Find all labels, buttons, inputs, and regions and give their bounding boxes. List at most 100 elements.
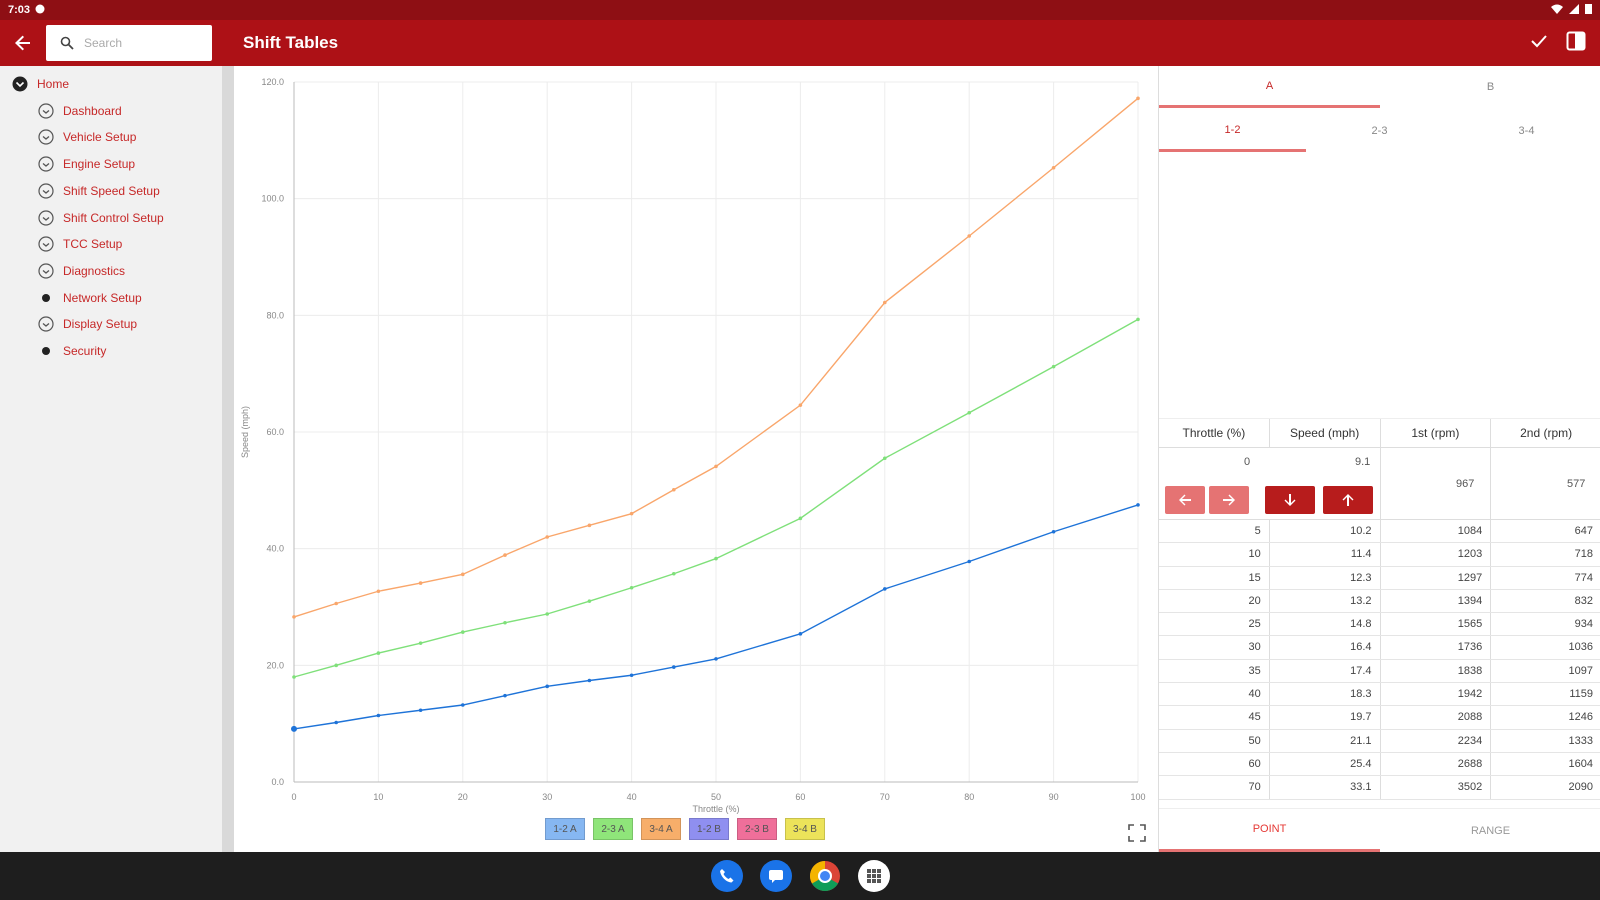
tab-1-2[interactable]: 1-2 <box>1159 110 1306 152</box>
table-cell: 1159 <box>1569 688 1593 701</box>
sidebar-item-label: Security <box>63 344 107 358</box>
shift-speed-chart: 0 10 20 30 40 50 60 70 80 90 100 0.0 20.0 40.0 60.0 80.… <box>240 77 1146 814</box>
legend-item[interactable]: 2-3 B <box>737 818 777 840</box>
previous-point-button[interactable] <box>1165 486 1205 514</box>
tab-2-3[interactable]: 2-3 <box>1306 110 1453 152</box>
message-icon <box>768 870 783 883</box>
tab-a[interactable]: A <box>1159 66 1380 108</box>
chevron-circle-icon <box>38 263 54 279</box>
table-row[interactable]: 40 18.3 1942 1159 <box>1159 683 1600 707</box>
table-row[interactable]: 50 21.1 2234 1333 <box>1159 729 1600 753</box>
x-tick-label: 90 <box>1049 792 1059 802</box>
y-tick-label: 60.0 <box>266 427 284 437</box>
tab-point[interactable]: POINT <box>1159 809 1380 852</box>
tab-range[interactable]: RANGE <box>1380 809 1600 852</box>
data-point <box>1051 364 1056 369</box>
data-point <box>545 612 549 616</box>
legend-item[interactable]: 3-4 A <box>641 818 681 840</box>
sidebar-item-shift-speed-setup[interactable]: Shift Speed Setup <box>38 183 160 199</box>
sidebar-item-engine-setup[interactable]: Engine Setup <box>38 156 135 172</box>
chevron-circle-icon <box>38 316 54 332</box>
table-cell: 50 <box>1159 729 1270 752</box>
sidebar-item-home[interactable]: Home <box>12 76 69 92</box>
table-cell: 1838 <box>1381 659 1492 683</box>
table-cell: 1565 <box>1381 613 1492 636</box>
taskbar <box>0 852 1600 900</box>
data-point <box>798 632 803 636</box>
legend-item[interactable]: 3-4 B <box>785 818 825 840</box>
sidebar-item-label: Shift Speed Setup <box>63 183 160 198</box>
app-bar: Shift Tables <box>0 20 1600 66</box>
table-row[interactable]: 15 12.3 1297 774 <box>1159 566 1600 590</box>
data-point <box>714 556 718 561</box>
chevron-circle-icon <box>38 209 54 226</box>
table-cell: 3502 <box>1381 776 1492 799</box>
status-bar: 7:03 <box>0 0 1600 20</box>
phone-app-button[interactable] <box>710 860 743 892</box>
table-row[interactable]: 60 25.4 2688 1604 <box>1159 752 1600 777</box>
data-point <box>629 673 634 678</box>
app-drawer-button[interactable] <box>857 860 890 892</box>
table-row[interactable]: 5 10.2 1084 647 <box>1159 520 1600 544</box>
y-tick-label: 80.0 <box>266 310 284 320</box>
back-button[interactable] <box>0 20 46 66</box>
toggle-panel-button[interactable] <box>1566 31 1586 56</box>
sidebar-item-label: Dashboard <box>63 103 122 118</box>
dot-icon <box>38 343 54 359</box>
table-row[interactable]: 10 11.4 1203 718 <box>1159 543 1600 567</box>
decrease-speed-button[interactable] <box>1265 486 1315 514</box>
table-row[interactable]: 25 14.8 1565 934 <box>1159 613 1600 637</box>
sidebar-item-network-setup[interactable]: Network Setup <box>38 290 142 306</box>
search-input[interactable] <box>84 36 194 50</box>
y-tick-label: 0.0 <box>271 777 284 787</box>
table-row[interactable]: 70 33.1 3502 2090 <box>1159 776 1600 800</box>
next-point-button[interactable] <box>1209 486 1249 514</box>
data-point <box>334 663 338 668</box>
table-row[interactable]: 30 16.4 1736 1036 <box>1159 636 1600 660</box>
legend-item[interactable]: 2-3 A <box>593 818 633 840</box>
search-box[interactable] <box>46 25 212 61</box>
expand-icon <box>1128 824 1146 842</box>
sidebar-item-vehicle-setup[interactable]: Vehicle Setup <box>38 129 136 145</box>
selected-speed: 9.1 <box>1355 456 1371 468</box>
column-1st-rpm: 1st (rpm) <box>1381 419 1492 447</box>
x-tick-label: 50 <box>711 792 721 802</box>
increase-speed-button[interactable] <box>1323 486 1373 514</box>
table-cell: 17.4 <box>1270 659 1381 683</box>
sidebar-item-security[interactable]: Security <box>38 343 106 359</box>
sidebar-item-display-setup[interactable]: Display Setup <box>38 316 137 332</box>
table-row[interactable]: 20 13.2 1394 832 <box>1159 589 1600 614</box>
table-row[interactable]: 45 19.7 2088 1246 <box>1159 706 1600 730</box>
table-cell: 1333 <box>1568 734 1593 747</box>
tab-b[interactable]: B <box>1380 66 1600 108</box>
data-point <box>292 615 296 619</box>
tab-3-4[interactable]: 3-4 <box>1453 110 1600 152</box>
sidebar-item-shift-control-setup[interactable]: Shift Control Setup <box>38 209 164 226</box>
table-row[interactable]: 35 17.4 1838 1097 <box>1159 659 1600 684</box>
table-cell: 774 <box>1574 571 1593 584</box>
side-panel-icon <box>1566 31 1586 50</box>
sidebar-item-diagnostics[interactable]: Diagnostics <box>38 263 125 279</box>
search-icon <box>60 36 74 50</box>
legend-item[interactable]: 1-2 B <box>689 818 729 840</box>
sidebar-item-label: Network Setup <box>63 290 142 305</box>
table-cell: 718 <box>1574 548 1593 561</box>
table-cell: 10 <box>1159 543 1270 566</box>
sidebar-item-tcc-setup[interactable]: TCC Setup <box>38 236 122 252</box>
chrome-app-button[interactable] <box>809 860 841 892</box>
data-point <box>292 675 296 679</box>
save-button[interactable] <box>1530 32 1548 55</box>
data-point <box>503 693 507 698</box>
table-cell: 33.1 <box>1270 776 1381 799</box>
sidebar-item-dashboard[interactable]: Dashboard <box>38 103 122 119</box>
data-point <box>376 713 381 718</box>
table-header: Throttle (%) Speed (mph) 1st (rpm) 2nd (… <box>1159 418 1600 448</box>
x-axis-label: Throttle (%) <box>692 804 739 814</box>
messages-app-button[interactable] <box>759 860 792 892</box>
sidebar-scrollbar[interactable] <box>222 66 234 852</box>
fullscreen-button[interactable] <box>1128 824 1146 842</box>
x-tick-label: 30 <box>542 792 552 802</box>
data-point <box>587 678 592 683</box>
legend-item[interactable]: 1-2 A <box>545 818 585 840</box>
data-point <box>461 630 465 634</box>
